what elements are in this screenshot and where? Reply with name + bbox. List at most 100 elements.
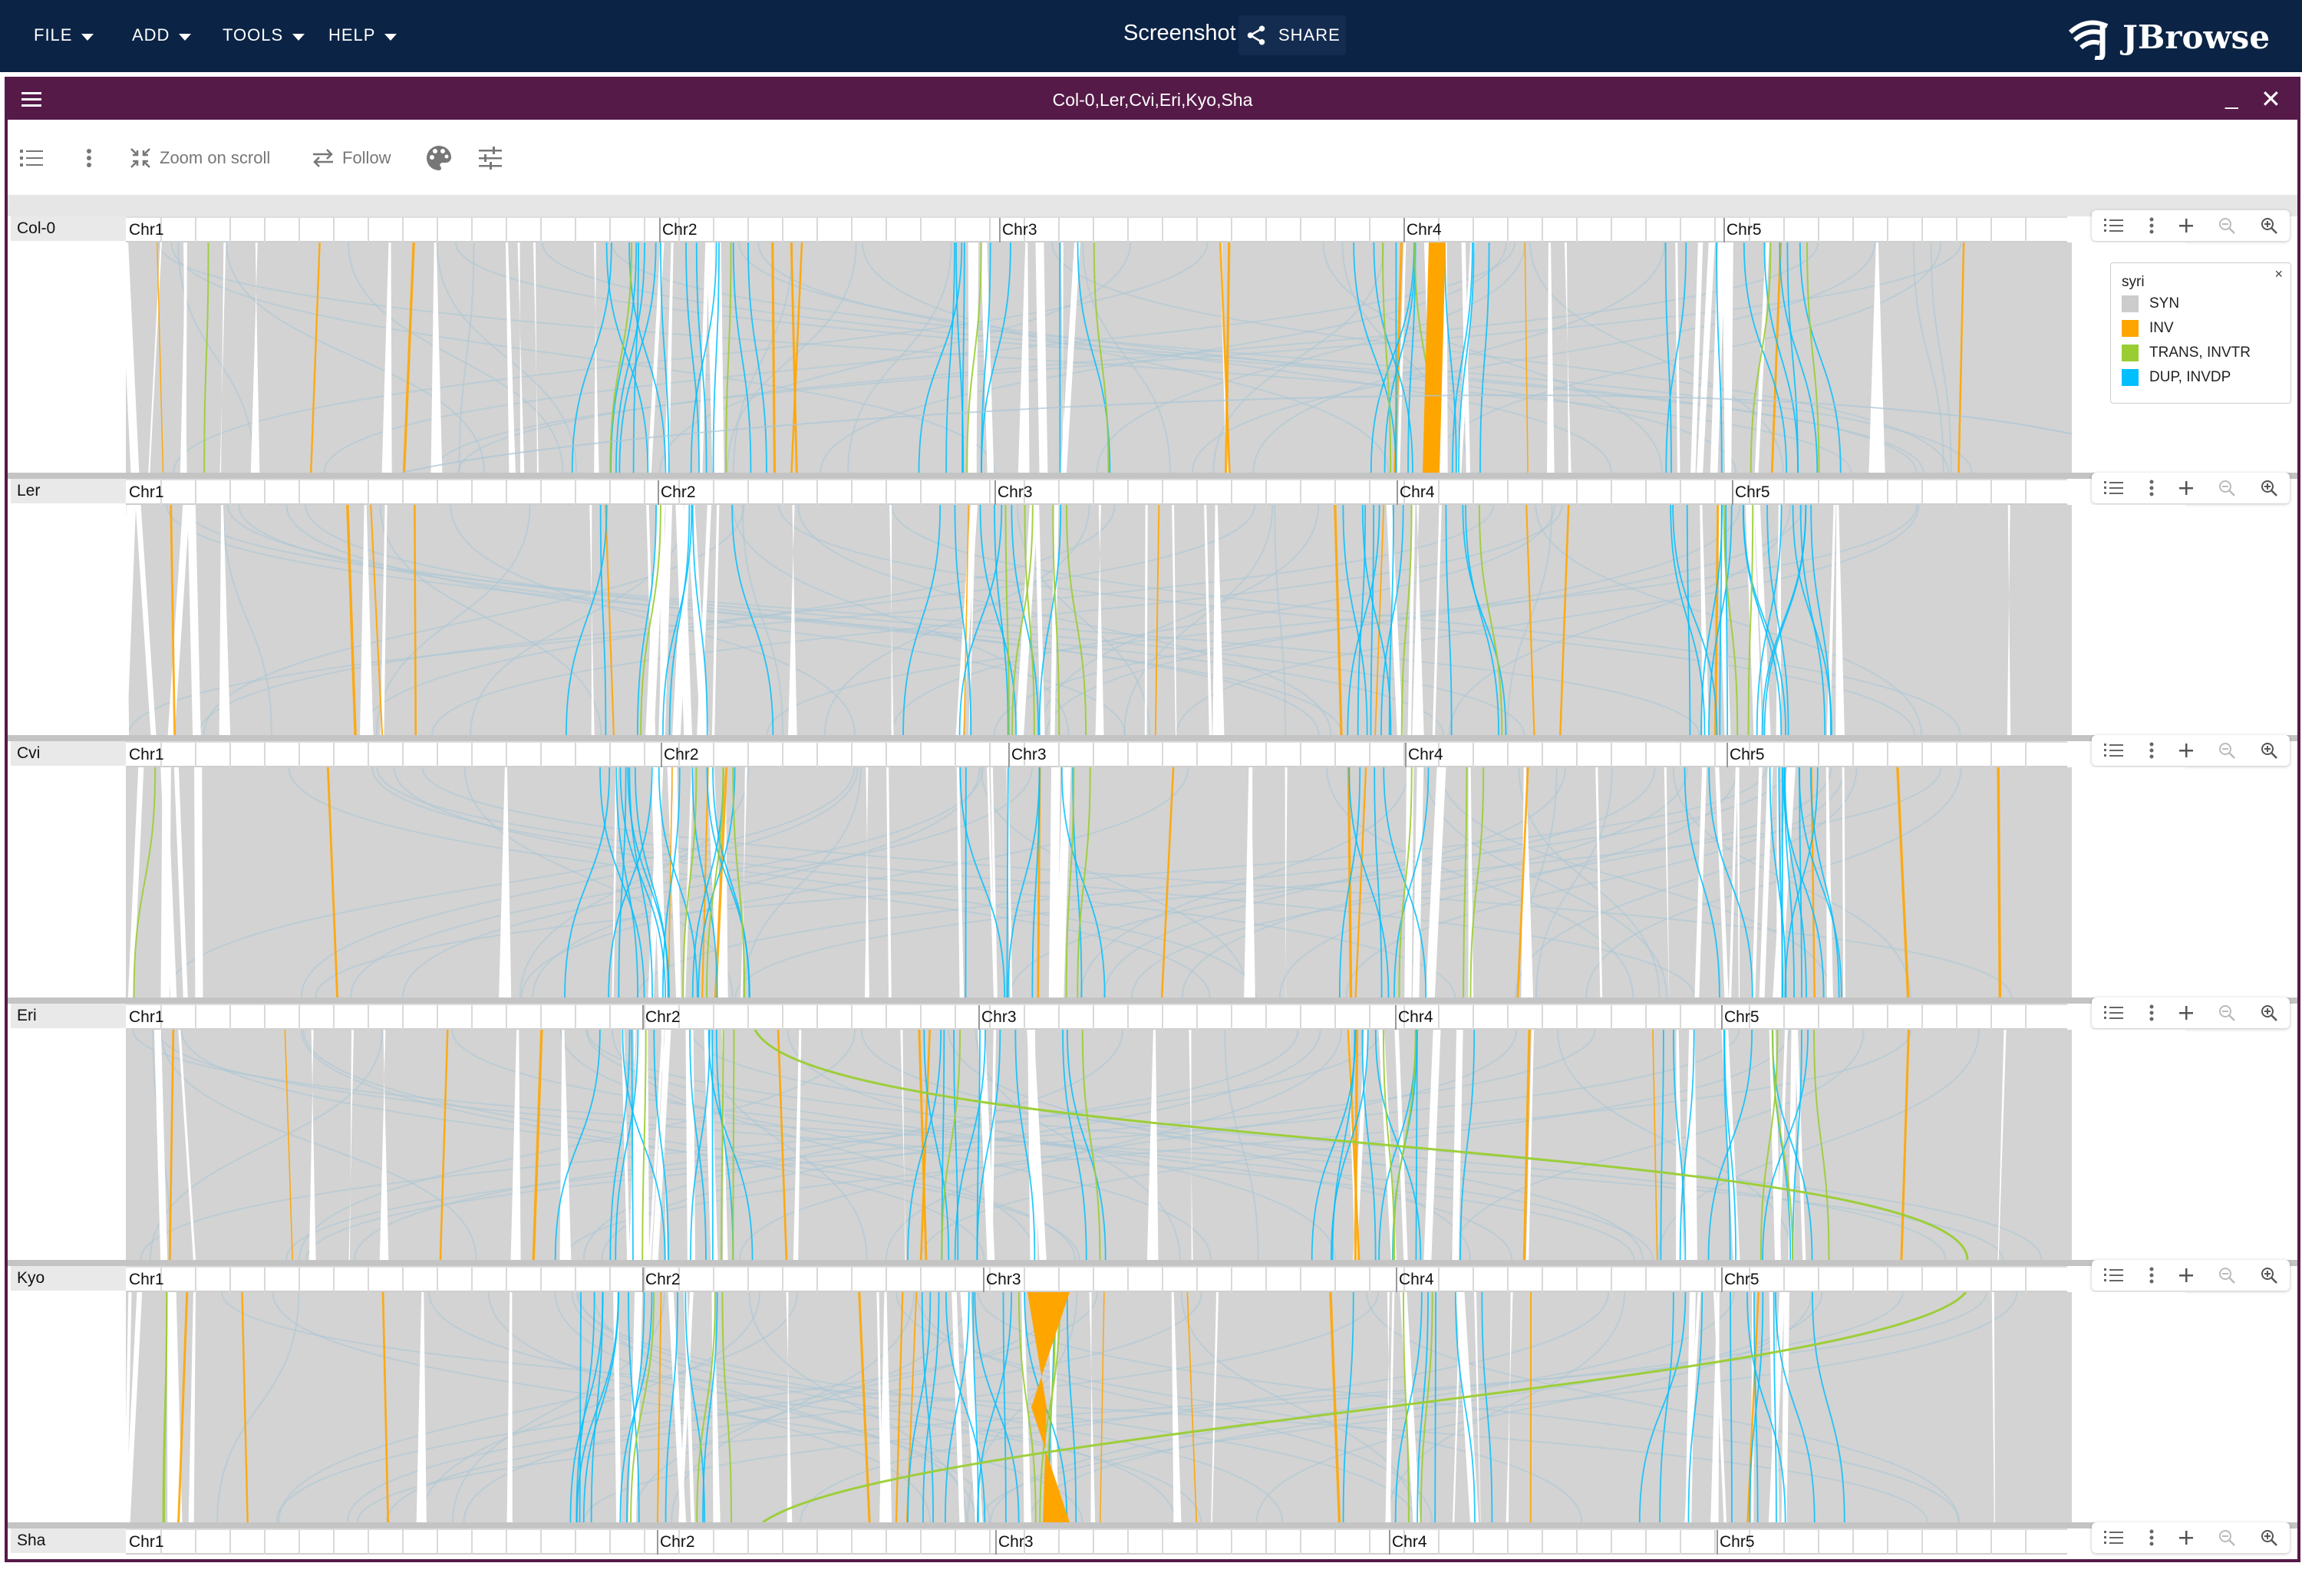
ruler-tick xyxy=(1645,1530,1647,1555)
zoom-out-icon[interactable] xyxy=(2218,1528,2236,1547)
tools-menu[interactable]: TOOLS xyxy=(223,21,305,49)
syri-inv-link xyxy=(532,1030,543,1260)
ruler-tick xyxy=(1852,1268,1854,1292)
zoom-out-icon[interactable] xyxy=(2218,1266,2236,1284)
zoom-in-icon[interactable] xyxy=(2260,1266,2278,1284)
session-title[interactable]: Screenshot xyxy=(1123,21,1236,46)
unaligned-gap xyxy=(1769,1030,1782,1260)
zoom-out-icon[interactable] xyxy=(2218,1004,2236,1022)
close-icon[interactable]: ✕ xyxy=(2261,84,2281,114)
chromosome-ruler[interactable]: Chr1 Chr2 Chr3 Chr4 Chr5 xyxy=(126,216,2067,242)
ruler-tick xyxy=(1990,1005,1992,1030)
minimize-icon[interactable]: _ xyxy=(2225,84,2238,110)
row-separator[interactable] xyxy=(8,1522,2297,1528)
zoom-in-icon[interactable] xyxy=(2260,1004,2278,1022)
syri-link-faint xyxy=(576,1292,1416,1522)
syri-dup-link xyxy=(1810,505,1832,735)
ruler-tick xyxy=(402,218,404,242)
more-vertical-icon[interactable] xyxy=(2149,479,2155,497)
row-separator[interactable] xyxy=(8,998,2297,1004)
add-icon[interactable] xyxy=(2178,480,2195,496)
zoom-in-icon[interactable] xyxy=(2260,216,2278,235)
more-vertical-icon[interactable] xyxy=(2149,741,2155,760)
row-separator[interactable] xyxy=(8,1260,2297,1266)
track-list-icon[interactable] xyxy=(2103,741,2125,760)
synteny-track[interactable] xyxy=(126,505,2185,735)
view-settings-button[interactable] xyxy=(477,143,511,173)
chromosome-label: Chr1 xyxy=(129,221,164,239)
zoom-in-icon[interactable] xyxy=(2260,479,2278,497)
unaligned-gap xyxy=(793,1030,802,1260)
chromosome-ruler[interactable]: Chr1 Chr2 Chr3 Chr4 Chr5 xyxy=(126,741,2067,767)
follow-toggle[interactable]: Follow xyxy=(312,143,391,173)
add-icon[interactable] xyxy=(2178,217,2195,234)
zoom-out-icon[interactable] xyxy=(2218,216,2236,235)
ruler-tick xyxy=(886,1268,887,1292)
unaligned-gap xyxy=(1868,242,1885,473)
legend-swatch xyxy=(2122,320,2139,337)
more-vertical-icon[interactable] xyxy=(2149,216,2155,235)
ruler-tick xyxy=(1921,218,1923,242)
chromosome-label: Chr3 xyxy=(1002,221,1037,239)
track-list-icon[interactable] xyxy=(2103,1004,2125,1022)
chromosome-ruler[interactable]: Chr1 Chr2 Chr3 Chr4 Chr5 xyxy=(126,1004,2067,1030)
syri-inv-link xyxy=(1997,767,2002,998)
zoom-in-icon[interactable] xyxy=(2260,741,2278,760)
help-menu[interactable]: HELP xyxy=(328,21,397,49)
add-icon[interactable] xyxy=(2178,1004,2195,1021)
chromosome-ruler[interactable]: Chr1 Chr2 Chr3 Chr4 Chr5 xyxy=(126,479,2067,505)
unaligned-gap xyxy=(533,242,539,473)
synteny-track[interactable] xyxy=(126,1030,2185,1260)
synteny-canvas xyxy=(126,1292,2018,1522)
legend-label: TRANS, INVTR xyxy=(2149,345,2251,361)
more-vertical-icon[interactable] xyxy=(2149,1004,2155,1022)
track-list-icon[interactable] xyxy=(2103,1528,2125,1547)
legend-close-icon[interactable]: × xyxy=(2274,266,2283,282)
ruler-tick xyxy=(575,1530,576,1555)
ruler-tick xyxy=(1127,480,1129,505)
assembly-label: Eri xyxy=(11,1004,126,1028)
ruler-tick xyxy=(1196,1268,1198,1292)
track-selector-button[interactable] xyxy=(18,143,52,173)
assembly-label: Ler xyxy=(11,479,126,503)
zoom-out-icon[interactable] xyxy=(2218,479,2236,497)
file-menu[interactable]: FILE xyxy=(34,21,94,49)
track-list-icon xyxy=(20,150,43,167)
view-title[interactable]: Col-0,Ler,Cvi,Eri,Kyo,Sha xyxy=(8,90,2297,110)
view-menu-button[interactable] xyxy=(84,143,101,173)
chromosome-ruler[interactable]: Chr1 Chr2 Chr3 Chr4 Chr5 xyxy=(126,1528,2067,1555)
zoom-on-scroll-toggle[interactable]: Zoom on scroll xyxy=(129,143,270,173)
unaligned-gap xyxy=(430,242,443,473)
row-separator[interactable] xyxy=(8,735,2297,741)
synteny-track[interactable] xyxy=(126,1292,2185,1522)
row-separator[interactable] xyxy=(8,473,2297,479)
track-list-icon[interactable] xyxy=(2103,479,2125,497)
chromosome-ruler[interactable]: Chr1 Chr2 Chr3 Chr4 Chr5 xyxy=(126,1266,2067,1292)
color-by-button[interactable] xyxy=(425,143,460,173)
ruler-tick xyxy=(471,1530,473,1555)
add-icon[interactable] xyxy=(2178,742,2195,759)
chromosome-label: Chr2 xyxy=(645,1008,681,1026)
chromosome-label: Chr2 xyxy=(662,221,698,239)
track-list-icon[interactable] xyxy=(2103,1266,2125,1284)
share-button[interactable]: SHARE xyxy=(1238,15,1346,55)
zoom-in-icon[interactable] xyxy=(2260,1528,2278,1547)
synteny-track[interactable] xyxy=(126,767,2185,998)
chromosome-label: Chr5 xyxy=(1720,1533,1755,1551)
ruler-tick xyxy=(989,480,991,505)
more-vertical-icon[interactable] xyxy=(2149,1266,2155,1284)
track-list-icon[interactable] xyxy=(2103,216,2125,235)
add-menu[interactable]: ADD xyxy=(132,21,192,49)
syri-dup-link xyxy=(1799,242,1842,473)
ruler-tick xyxy=(886,218,887,242)
add-icon[interactable] xyxy=(2178,1267,2195,1284)
add-icon[interactable] xyxy=(2178,1529,2195,1546)
ruler-tick xyxy=(713,218,714,242)
view-toolbar: Zoom on scroll Follow xyxy=(8,120,2297,195)
ruler-tick xyxy=(333,1005,335,1030)
ruler-tick xyxy=(1921,743,1923,767)
synteny-track[interactable] xyxy=(126,242,2185,473)
more-vertical-icon[interactable] xyxy=(2149,1528,2155,1547)
syri-link-faint xyxy=(173,242,1209,473)
zoom-out-icon[interactable] xyxy=(2218,741,2236,760)
